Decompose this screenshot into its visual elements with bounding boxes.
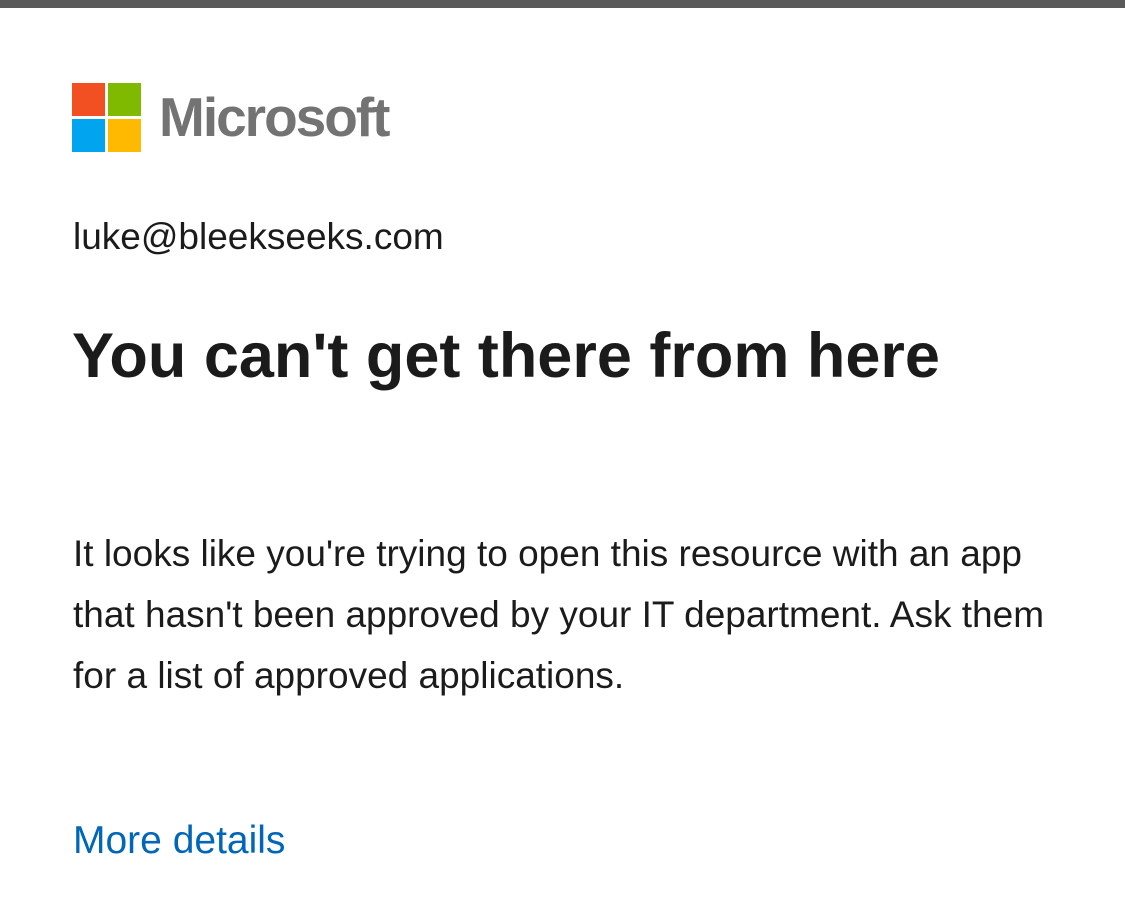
- error-message: It looks like you're trying to open this…: [73, 533, 1045, 696]
- logo-square-yellow: [108, 118, 141, 152]
- top-bar: [0, 0, 1125, 8]
- logo-square-blue: [72, 118, 105, 152]
- logo-wordmark: Microsoft: [159, 85, 390, 148]
- microsoft-logo: Microsoft: [72, 82, 390, 152]
- logo-square-green: [108, 82, 141, 116]
- microsoft-logo-icon: [72, 82, 141, 152]
- logo-square-red: [72, 82, 105, 116]
- error-title: You can't get there from here: [72, 321, 940, 391]
- more-details-link[interactable]: More details: [73, 818, 285, 865]
- account-email: luke@bleekseeks.com: [73, 216, 444, 257]
